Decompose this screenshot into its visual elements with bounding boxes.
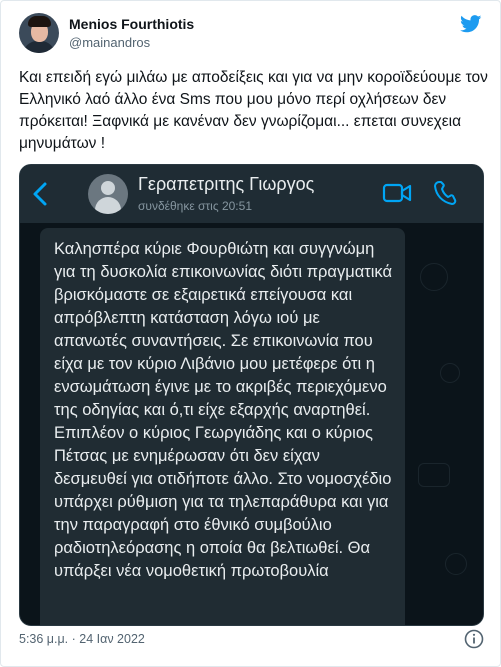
tweet-media-screenshot[interactable]: Γεραπετριτης Γιωργος συνδέθηκε στις 20:5… xyxy=(19,164,484,626)
tweet-header: Menios Fourthiotis @mainandros xyxy=(19,13,486,57)
tweet-timestamp[interactable]: 5:36 μ.μ. · 24 Ιαν 2022 xyxy=(19,632,145,646)
video-camera-icon[interactable] xyxy=(382,182,412,204)
contact-avatar-icon[interactable] xyxy=(88,174,128,214)
tweet-card: Menios Fourthiotis @mainandros Και επειδ… xyxy=(0,0,501,667)
twitter-bird-icon[interactable] xyxy=(460,15,482,33)
chat-conversation: Καλησπέρα κύριε Φουρθιώτη και συγγνώμη γ… xyxy=(20,223,483,625)
wallpaper-doodle xyxy=(418,463,450,487)
contact-name[interactable]: Γεραπετριτης Γιωργος xyxy=(138,174,314,195)
tweet-text: Και επειδή εγώ μιλάω με αποδείξεις και γ… xyxy=(19,69,488,152)
chat-header: Γεραπετριτης Γιωργος συνδέθηκε στις 20:5… xyxy=(20,165,483,223)
chevron-left-icon[interactable] xyxy=(32,181,48,207)
author-handle[interactable]: @mainandros xyxy=(69,35,194,50)
phone-icon[interactable] xyxy=(433,180,457,206)
tweet-footer: 5:36 μ.μ. · 24 Ιαν 2022 xyxy=(19,629,484,653)
contact-last-seen: συνδέθηκε στις 20:51 xyxy=(138,199,252,213)
info-icon[interactable] xyxy=(464,629,484,649)
wallpaper-doodle xyxy=(420,263,448,291)
author-info[interactable]: Menios Fourthiotis @mainandros xyxy=(69,16,194,50)
wallpaper-doodle xyxy=(440,363,460,383)
wallpaper-doodle xyxy=(445,553,467,575)
message-bubble[interactable]: Καλησπέρα κύριε Φουρθιώτη και συγγνώμη γ… xyxy=(40,228,405,625)
author-avatar[interactable] xyxy=(19,13,59,53)
message-text: Καλησπέρα κύριε Φουρθιώτη και συγγνώμη γ… xyxy=(54,240,393,580)
author-name[interactable]: Menios Fourthiotis xyxy=(69,16,194,32)
